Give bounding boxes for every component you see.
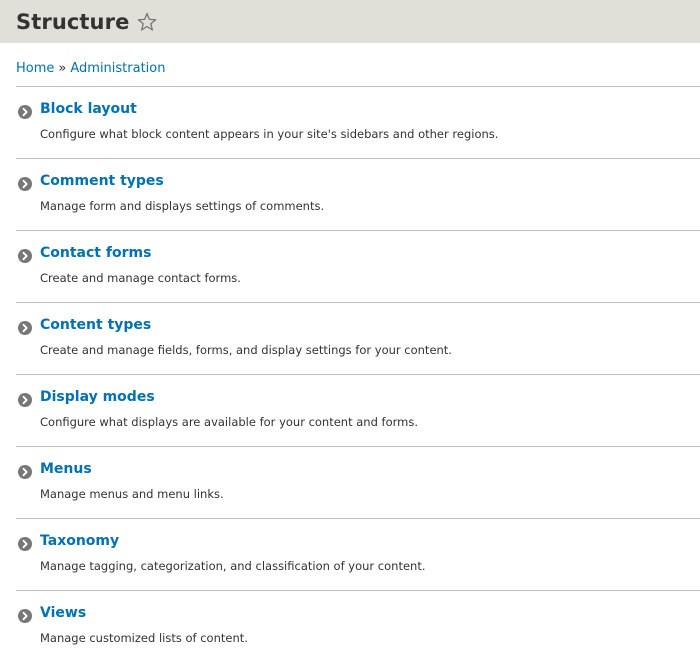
item-description: Create and manage fields, forms, and dis… bbox=[40, 343, 452, 357]
chevron-right-circle-icon bbox=[18, 176, 32, 191]
content-types-link[interactable]: Content types bbox=[40, 317, 151, 333]
display-modes-link[interactable]: Display modes bbox=[40, 389, 155, 405]
chevron-right-circle-icon bbox=[18, 536, 32, 551]
block-layout-link[interactable]: Block layout bbox=[40, 101, 137, 117]
chevron-right-circle-icon bbox=[18, 104, 32, 119]
breadcrumb-separator: » bbox=[58, 61, 67, 76]
item-description: Manage customized lists of content. bbox=[40, 631, 248, 645]
item-description: Create and manage contact forms. bbox=[40, 271, 241, 285]
admin-list-item: Taxonomy Manage tagging, categorization,… bbox=[16, 518, 700, 590]
item-description: Configure what displays are available fo… bbox=[40, 415, 419, 429]
menus-link[interactable]: Menus bbox=[40, 461, 92, 477]
admin-list-item: Display modes Configure what displays ar… bbox=[16, 374, 700, 446]
item-description: Manage tagging, categorization, and clas… bbox=[40, 559, 426, 573]
admin-list-item: Views Manage customized lists of content… bbox=[16, 590, 700, 662]
admin-list-item: Content types Create and manage fields, … bbox=[16, 302, 700, 374]
breadcrumb: Home » Administration bbox=[16, 61, 166, 76]
admin-list-item: Contact forms Create and manage contact … bbox=[16, 230, 700, 302]
chevron-right-circle-icon bbox=[18, 608, 32, 623]
chevron-right-circle-icon bbox=[18, 320, 32, 335]
item-description: Manage menus and menu links. bbox=[40, 487, 224, 501]
chevron-right-circle-icon bbox=[18, 248, 32, 263]
item-description: Configure what block content appears in … bbox=[40, 127, 499, 141]
breadcrumb-home-link[interactable]: Home bbox=[16, 61, 54, 76]
item-description: Manage form and displays settings of com… bbox=[40, 199, 325, 213]
breadcrumb-administration-link[interactable]: Administration bbox=[70, 61, 165, 76]
admin-list-item: Comment types Manage form and displays s… bbox=[16, 158, 700, 230]
chevron-right-circle-icon bbox=[18, 464, 32, 479]
taxonomy-link[interactable]: Taxonomy bbox=[40, 533, 119, 549]
page-title: Structure bbox=[16, 9, 130, 34]
comment-types-link[interactable]: Comment types bbox=[40, 173, 164, 189]
contact-forms-link[interactable]: Contact forms bbox=[40, 245, 151, 261]
page-header: Structure bbox=[0, 0, 700, 43]
admin-list-item: Block layout Configure what block conten… bbox=[16, 86, 700, 158]
views-link[interactable]: Views bbox=[40, 605, 86, 621]
chevron-right-circle-icon bbox=[18, 392, 32, 407]
admin-list: Block layout Configure what block conten… bbox=[16, 86, 700, 662]
star-shortcut-icon[interactable] bbox=[137, 12, 157, 32]
admin-list-item: Menus Manage menus and menu links. bbox=[16, 446, 700, 518]
